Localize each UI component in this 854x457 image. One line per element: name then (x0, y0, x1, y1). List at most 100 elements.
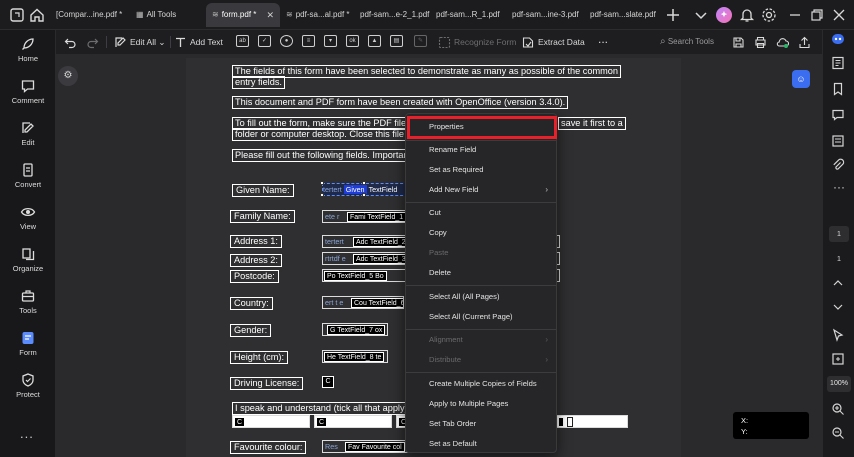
add-text-button[interactable]: Add Text (174, 34, 223, 50)
family-name-field[interactable]: ete r Fami TextField_1 (322, 210, 406, 223)
menu-item-select-all-pages[interactable]: Select All (All Pages) (406, 288, 556, 306)
redo-button[interactable] (86, 34, 102, 50)
edit-all-icon (115, 37, 126, 48)
resize-handle[interactable] (362, 193, 366, 197)
select-cursor-icon[interactable] (831, 328, 847, 344)
restore-window-icon[interactable] (808, 6, 826, 24)
list-box-tool-icon[interactable]: ≡ (302, 35, 315, 47)
language-option-field[interactable]: C (314, 415, 392, 428)
chevron-up-icon[interactable] (831, 276, 847, 292)
sidebar-item-form[interactable]: Form (0, 328, 56, 366)
menu-item-distribute[interactable]: Distribute › (406, 351, 556, 369)
current-page-number[interactable]: 1 (829, 226, 849, 242)
resize-handle[interactable] (362, 181, 366, 185)
search-tools-input[interactable]: ⌕ Search Tools (660, 34, 714, 50)
form-fields-panel-icon[interactable] (831, 134, 847, 150)
height-field[interactable]: He TextField_8 te (322, 350, 388, 363)
bookmark-icon[interactable] (831, 82, 847, 98)
menu-item-cut[interactable]: Cut (406, 204, 556, 222)
cloud-sync-button[interactable] (776, 34, 792, 50)
combo-box-tool-icon[interactable]: ▾ (324, 35, 337, 47)
menu-item-add-new-field[interactable]: Add New Field › (406, 181, 556, 199)
app-menu-icon[interactable] (8, 6, 26, 24)
avatar[interactable]: ✦ (716, 7, 732, 23)
sidebar-item-tools[interactable]: Tools (0, 286, 56, 324)
attachment-icon[interactable] (831, 158, 847, 174)
chevron-down-icon[interactable] (831, 300, 847, 316)
sidebar-item-edit[interactable]: Edit (0, 118, 56, 156)
settings-gear-icon[interactable] (760, 6, 778, 24)
undo-button[interactable] (64, 34, 80, 50)
extract-data-icon (522, 37, 534, 48)
home-icon[interactable] (28, 6, 46, 24)
menu-item-set-as-required[interactable]: Set as Required (406, 161, 556, 179)
zoom-out-icon[interactable] (831, 426, 847, 442)
save-button[interactable] (732, 34, 748, 50)
button-tool-icon[interactable]: ok (346, 35, 359, 47)
print-button[interactable] (754, 34, 770, 50)
notification-bell-icon[interactable] (738, 6, 756, 24)
tab-pdf-sam-r1[interactable]: pdf-sam...R_1.pdf (430, 3, 506, 27)
copilot-icon[interactable] (831, 32, 847, 48)
menu-item-set-as-default[interactable]: Set as Default (406, 435, 556, 453)
shield-icon (22, 373, 34, 387)
extract-data-button[interactable]: Extract Data (522, 34, 585, 50)
tab-form-pdf[interactable]: ≋ form.pdf * ✕ (206, 3, 280, 27)
toolbox-icon (21, 290, 35, 302)
ai-assistant-icon[interactable]: ☺ (792, 70, 810, 88)
menu-item-alignment[interactable]: Alignment › (406, 331, 556, 349)
menu-item-create-multiple-copies[interactable]: Create Multiple Copies of Fields (406, 375, 556, 393)
zoom-in-icon[interactable] (831, 402, 847, 418)
new-tab-icon[interactable] (664, 6, 682, 24)
favourite-colour-field[interactable]: Res Fav Favourite col (322, 440, 408, 453)
tab-pdf-sam-slate[interactable]: pdf-sam...slate.pdf (584, 3, 662, 27)
comments-panel-icon[interactable] (831, 108, 847, 124)
menu-item-paste[interactable]: Paste (406, 244, 556, 262)
sidebar-item-home[interactable]: Home (0, 34, 56, 72)
filter-settings-icon[interactable]: ⚙ (58, 66, 78, 86)
chevron-down-icon[interactable] (692, 6, 710, 24)
sidebar-item-protect[interactable]: Protect (0, 370, 56, 408)
language-option-field[interactable]: C (232, 415, 310, 428)
sidebar-item-convert[interactable]: Convert (0, 160, 56, 198)
sidebar-item-organize[interactable]: Organize (0, 244, 56, 282)
menu-item-apply-to-multiple-pages[interactable]: Apply to Multiple Pages (406, 395, 556, 413)
fit-page-icon[interactable] (831, 352, 847, 368)
recognize-form-button[interactable]: Recognize Form (438, 34, 516, 50)
tab-pdf-sam-e2[interactable]: pdf-sam...e-2_1.pdf (354, 3, 430, 27)
language-option-field[interactable] (556, 415, 628, 428)
tab-compare[interactable]: [Compar...ine.pdf * (50, 3, 130, 27)
menu-item-rename-field[interactable]: Rename Field (406, 141, 556, 159)
resize-handle[interactable] (320, 193, 324, 197)
text-field-tool-icon[interactable]: ab (236, 35, 249, 47)
menu-item-copy[interactable]: Copy (406, 224, 556, 242)
properties-panel-icon[interactable] (831, 56, 847, 72)
radio-button-tool-icon[interactable]: ● (280, 35, 293, 47)
share-button[interactable] (798, 34, 814, 50)
close-window-icon[interactable] (830, 6, 848, 24)
minimize-icon[interactable] (786, 6, 804, 24)
more-panels-icon[interactable]: ··· (831, 181, 847, 198)
sidebar-more-button[interactable]: ... (20, 426, 34, 441)
menu-item-delete[interactable]: Delete (406, 264, 556, 282)
resize-handle[interactable] (320, 181, 324, 185)
close-tab-icon[interactable]: ✕ (266, 3, 274, 27)
checkbox-tool-icon[interactable]: ✓ (258, 35, 271, 47)
image-field-tool-icon[interactable]: ▲ (368, 35, 381, 47)
menu-item-select-all-current-page[interactable]: Select All (Current Page) (406, 308, 556, 326)
more-options-button[interactable]: ... (598, 31, 608, 47)
tab-pdf-sa-al[interactable]: ≋ pdf-sa...al.pdf * (280, 3, 354, 27)
gender-field[interactable]: G TextField_7 ox (322, 323, 388, 336)
country-field[interactable]: ert t e Cou TextField_6 (322, 296, 404, 309)
created-with-text: This document and PDF form have been cre… (232, 96, 569, 109)
date-field-tool-icon[interactable]: ▤ (390, 35, 403, 47)
tab-all-tools[interactable]: ▦ All Tools (130, 3, 206, 27)
zoom-level[interactable]: 100% (827, 376, 851, 392)
sidebar-item-comment[interactable]: Comment (0, 76, 56, 114)
tab-pdf-sam-ine3[interactable]: pdf-sam...ine-3.pdf (506, 3, 584, 27)
edit-all-button[interactable]: Edit All ⌄ (114, 34, 166, 50)
signature-field-tool-icon[interactable]: ✎ (414, 35, 427, 47)
sidebar-item-view[interactable]: View (0, 202, 56, 240)
menu-item-set-tab-order[interactable]: Set Tab Order (406, 415, 556, 433)
driving-license-checkbox[interactable]: C (322, 376, 334, 388)
